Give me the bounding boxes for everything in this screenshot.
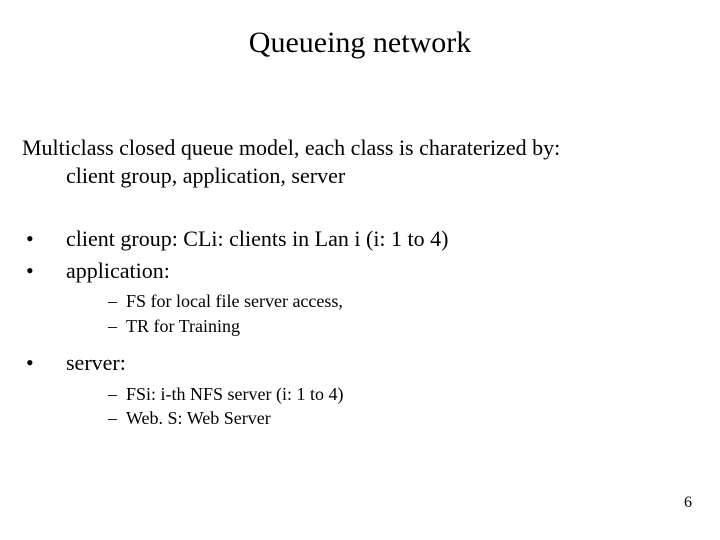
slide-body: Multiclass closed queue model, each clas… xyxy=(0,134,720,430)
dash-icon: – xyxy=(108,407,126,430)
intro-line-2: client group, application, server xyxy=(22,162,698,190)
slide: Queueing network Multiclass closed queue… xyxy=(0,0,720,540)
list-item-text: application: xyxy=(66,257,698,285)
sub-list: – FS for local file server access, – TR … xyxy=(22,290,698,337)
bullet-icon: • xyxy=(22,225,66,253)
sub-list-item: – TR for Training xyxy=(108,315,698,338)
sub-list-item: – Web. S: Web Server xyxy=(108,407,698,430)
dash-icon: – xyxy=(108,290,126,313)
intro-line-1: Multiclass closed queue model, each clas… xyxy=(22,134,698,162)
sub-list-item: – FSi: i-th NFS server (i: 1 to 4) xyxy=(108,383,698,406)
list-item: • application: xyxy=(22,257,698,285)
bullet-icon: • xyxy=(22,349,66,377)
dash-icon: – xyxy=(108,383,126,406)
dash-icon: – xyxy=(108,315,126,338)
intro-paragraph: Multiclass closed queue model, each clas… xyxy=(22,134,698,189)
sub-list-item-text: Web. S: Web Server xyxy=(126,407,271,430)
list-item: • client group: CLi: clients in Lan i (i… xyxy=(22,225,698,253)
sub-list-item-text: FSi: i-th NFS server (i: 1 to 4) xyxy=(126,383,344,406)
page-number: 6 xyxy=(684,494,692,512)
list-item-text: client group: CLi: clients in Lan i (i: … xyxy=(66,225,698,253)
list-item-text: server: xyxy=(66,349,698,377)
sub-list-item: – FS for local file server access, xyxy=(108,290,698,313)
slide-title: Queueing network xyxy=(0,0,720,60)
sub-list: – FSi: i-th NFS server (i: 1 to 4) – Web… xyxy=(22,383,698,430)
sub-list-item-text: FS for local file server access, xyxy=(126,290,343,313)
list-item: • server: xyxy=(22,349,698,377)
bullet-icon: • xyxy=(22,257,66,285)
sub-list-item-text: TR for Training xyxy=(126,315,240,338)
